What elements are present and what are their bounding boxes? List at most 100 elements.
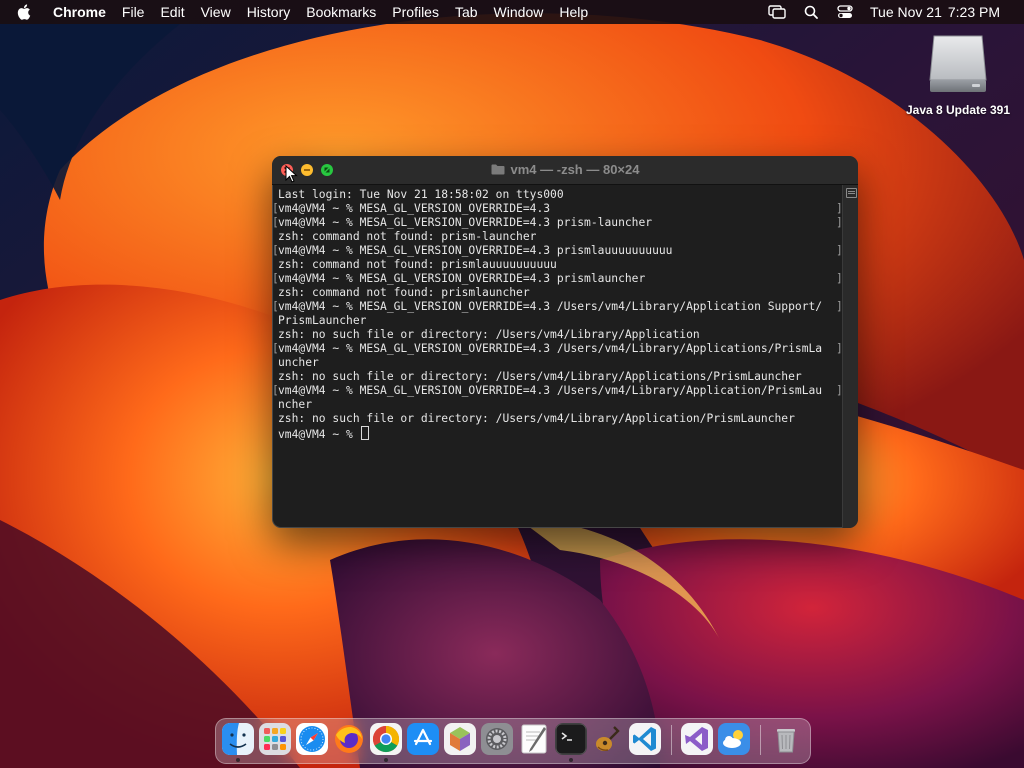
prism-launcher-icon <box>444 723 476 755</box>
terminal-line-text: ncher <box>278 398 313 411</box>
terminal-line-text: zsh: command not found: prism-launcher <box>278 230 537 243</box>
terminal-line: zsh: command not found: prismlauuuuuuuuu… <box>278 258 842 272</box>
guitar-icon <box>596 726 620 751</box>
mouse-pointer-icon <box>285 165 298 183</box>
terminal-line-text: zsh: no such file or directory: /Users/v… <box>278 412 795 425</box>
terminal-line: Last login: Tue Nov 21 18:58:02 on ttys0… <box>278 188 842 202</box>
dock-separator <box>671 725 672 755</box>
dock-garageband[interactable] <box>592 723 624 755</box>
terminal-line-text: vm4@VM4 ~ % MESA_GL_VERSION_OVERRIDE=4.3… <box>278 384 823 397</box>
terminal-line: []vm4@VM4 ~ % MESA_GL_VERSION_OVERRIDE=4… <box>272 216 842 230</box>
command-mark: [ <box>272 384 279 397</box>
window-title: vm4 — -zsh — 80×24 <box>272 156 858 184</box>
menu-profiles[interactable]: Profiles <box>384 0 447 24</box>
firefox-icon <box>335 725 363 753</box>
apple-menu-icon[interactable] <box>17 0 37 24</box>
terminal-line-text: PrismLauncher <box>278 314 367 327</box>
terminal-line-text: zsh: command not found: prismlauncher <box>278 286 530 299</box>
terminal-line-text: vm4@VM4 ~ % MESA_GL_VERSION_OVERRIDE=4.3 <box>278 202 551 215</box>
desktop-item-label: Java 8 Update 391 <box>905 103 1011 117</box>
dock-chrome[interactable] <box>370 723 402 755</box>
dock-prism-launcher[interactable] <box>444 723 476 755</box>
dock-running-indicator-chrome <box>384 758 388 762</box>
window-titlebar[interactable]: vm4 — -zsh — 80×24 <box>272 156 858 185</box>
command-mark: [ <box>272 244 279 257</box>
dock-safari[interactable] <box>296 723 328 755</box>
clock-time: 7:23 PM <box>947 4 1000 20</box>
terminal-line: []vm4@VM4 ~ % MESA_GL_VERSION_OVERRIDE=4… <box>272 244 842 258</box>
terminal-line: zsh: no such file or directory: /Users/v… <box>278 328 842 342</box>
command-mark: [ <box>272 342 279 355</box>
weather-icon <box>718 723 750 755</box>
control-center-icon[interactable] <box>836 4 854 20</box>
text-cursor <box>360 426 369 440</box>
dock-separator <box>760 725 761 755</box>
trash-icon <box>777 729 795 753</box>
menu-edit[interactable]: Edit <box>152 0 192 24</box>
terminal-line: []vm4@VM4 ~ % MESA_GL_VERSION_OVERRIDE=4… <box>272 300 842 314</box>
terminal-line: zsh: command not found: prism-launcher <box>278 230 842 244</box>
terminal-line: []vm4@VM4 ~ % MESA_GL_VERSION_OVERRIDE=4… <box>272 272 842 286</box>
terminal-line-text: zsh: no such file or directory: /Users/v… <box>278 328 700 341</box>
menu-bookmarks[interactable]: Bookmarks <box>298 0 384 24</box>
command-mark: [ <box>272 272 279 285</box>
command-mark: [ <box>272 216 279 229</box>
textedit-icon <box>521 724 547 754</box>
dock-app-store[interactable] <box>407 723 439 755</box>
terminal-line-text: vm4@VM4 ~ % MESA_GL_VERSION_OVERRIDE=4.3… <box>278 300 823 313</box>
terminal-icon <box>555 723 587 755</box>
dock-textedit[interactable] <box>518 723 550 755</box>
dock-firefox[interactable] <box>333 723 365 755</box>
terminal-line-text: vm4@VM4 ~ % MESA_GL_VERSION_OVERRIDE=4.3… <box>278 272 646 285</box>
desktop-item-java-installer[interactable]: Java 8 Update 391 <box>896 34 1020 117</box>
terminal-line: []vm4@VM4 ~ % MESA_GL_VERSION_OVERRIDE=4… <box>272 384 842 398</box>
menu-app-name[interactable]: Chrome <box>53 0 114 24</box>
split-pane-icon[interactable] <box>846 188 857 198</box>
terminal-line: zsh: no such file or directory: /Users/v… <box>278 370 842 384</box>
terminal-line: ncher <box>278 398 842 412</box>
menu-window[interactable]: Window <box>486 0 552 24</box>
screen-mirroring-icon[interactable] <box>768 4 786 20</box>
command-mark: [ <box>272 300 279 313</box>
menu-view[interactable]: View <box>193 0 239 24</box>
clock-date: Tue Nov 21 <box>870 4 942 20</box>
launchpad-icon <box>259 723 291 755</box>
terminal-line-text: zsh: command not found: prismlauuuuuuuuu… <box>278 258 557 271</box>
terminal-line-text: zsh: no such file or directory: /Users/v… <box>278 370 802 383</box>
menu-bar: Chrome File Edit View History Bookmarks … <box>0 0 1024 24</box>
dock-weather[interactable] <box>718 723 750 755</box>
chrome-icon <box>370 723 402 755</box>
dock-running-indicator-finder <box>236 758 240 762</box>
vscode-icon <box>629 723 661 755</box>
menu-tab[interactable]: Tab <box>447 0 486 24</box>
gear-icon <box>481 723 513 755</box>
dock-terminal[interactable] <box>555 723 587 755</box>
terminal-line: zsh: no such file or directory: /Users/v… <box>278 412 842 426</box>
terminal-window[interactable]: vm4 — -zsh — 80×24 Last login: Tue Nov 2… <box>272 156 858 528</box>
menu-history[interactable]: History <box>239 0 299 24</box>
menu-file[interactable]: File <box>114 0 153 24</box>
dock-visual-studio[interactable] <box>681 723 713 755</box>
menu-help[interactable]: Help <box>551 0 596 24</box>
dock <box>215 718 811 764</box>
dock-launchpad[interactable] <box>259 723 291 755</box>
terminal-scrollbar[interactable] <box>842 185 858 528</box>
terminal-line-text: vm4@VM4 ~ % MESA_GL_VERSION_OVERRIDE=4.3… <box>278 342 823 355</box>
menu-bar-clock[interactable]: Tue Nov 21 7:23 PM <box>862 4 1024 20</box>
search-icon[interactable] <box>802 4 820 20</box>
dock-trash[interactable] <box>770 723 802 755</box>
terminal-line: []vm4@VM4 ~ % MESA_GL_VERSION_OVERRIDE=4… <box>272 342 842 356</box>
terminal-prompt-line[interactable]: vm4@VM4 ~ % <box>278 426 842 441</box>
command-mark: [ <box>272 202 279 215</box>
terminal-prompt: vm4@VM4 ~ % <box>278 428 360 441</box>
dock-finder[interactable] <box>222 723 254 755</box>
safari-icon <box>296 723 328 755</box>
terminal-line: PrismLauncher <box>278 314 842 328</box>
folder-icon <box>491 157 505 185</box>
terminal-line: zsh: command not found: prismlauncher <box>278 286 842 300</box>
dock-running-indicator-terminal <box>569 758 573 762</box>
terminal-output[interactable]: Last login: Tue Nov 21 18:58:02 on ttys0… <box>272 185 842 528</box>
dock-system-settings[interactable] <box>481 723 513 755</box>
dock-vscode[interactable] <box>629 723 661 755</box>
finder-icon <box>222 723 254 755</box>
